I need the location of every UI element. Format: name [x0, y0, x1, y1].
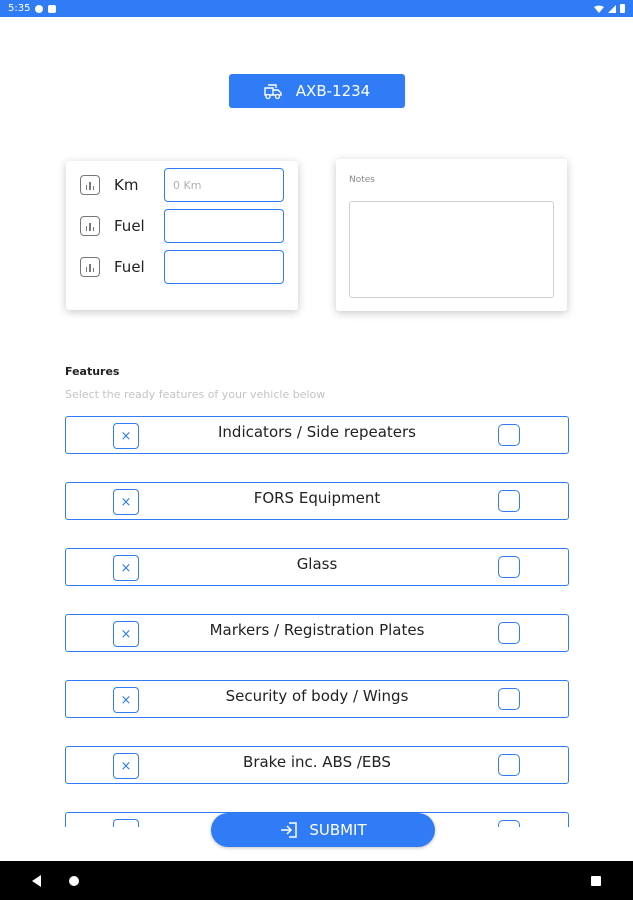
feature-checkbox[interactable]	[498, 490, 520, 512]
feature-row: × Markers / Registration Plates	[65, 614, 569, 652]
feature-label: Glass	[296, 555, 338, 573]
feature-checkbox[interactable]	[498, 754, 520, 776]
feature-checkbox[interactable]	[498, 688, 520, 710]
feature-row: × Glass	[65, 548, 569, 586]
submit-button[interactable]: SUBMIT	[211, 813, 435, 847]
feature-checkbox[interactable]	[498, 424, 520, 446]
feature-label: Brake inc. ABS /EBS	[243, 753, 391, 771]
feature-row: × FORS Equipment	[65, 482, 569, 520]
feature-row: × Security of body / Wings	[65, 680, 569, 718]
feature-label: Security of body / Wings	[225, 687, 409, 705]
back-icon[interactable]	[32, 874, 41, 887]
submit-label: SUBMIT	[309, 821, 367, 839]
remove-button[interactable]: ×	[113, 621, 139, 647]
remove-button[interactable]: ×	[113, 753, 139, 779]
feature-row: × Brake inc. ABS /EBS	[65, 746, 569, 784]
remove-button[interactable]: ×	[113, 687, 139, 713]
feature-label: Markers / Registration Plates	[209, 621, 425, 639]
system-nav-bar	[0, 861, 633, 900]
feature-checkbox[interactable]	[498, 820, 520, 827]
remove-button[interactable]: ×	[113, 423, 139, 449]
remove-button[interactable]: ×	[113, 555, 139, 581]
remove-button[interactable]: ×	[113, 819, 139, 827]
remove-button[interactable]: ×	[113, 489, 139, 515]
recent-apps-icon[interactable]	[591, 875, 601, 886]
feature-row: × Indicators / Side repeaters	[65, 416, 569, 454]
feature-checkbox[interactable]	[498, 556, 520, 578]
feature-list[interactable]: × Indicators / Side repeaters × FORS Equ…	[0, 0, 633, 827]
feature-label: Indicators / Side repeaters	[218, 423, 416, 441]
home-icon[interactable]	[69, 875, 79, 886]
login-icon	[281, 822, 298, 838]
feature-checkbox[interactable]	[498, 622, 520, 644]
feature-label: FORS Equipment	[253, 489, 381, 507]
